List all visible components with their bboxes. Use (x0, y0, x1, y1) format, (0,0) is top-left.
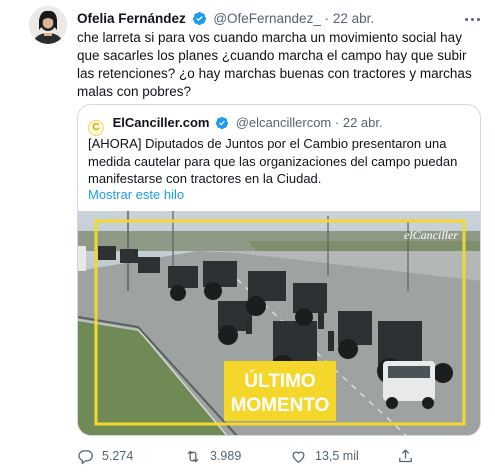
quoted-tweet-image[interactable]: elCanciller ÚLTIMO MOMENTO (78, 211, 480, 435)
avatar[interactable] (29, 6, 67, 44)
author-name[interactable]: Ofelia Fernández (77, 11, 186, 26)
tweet-text: che larreta si para vos cuando marcha un… (77, 30, 472, 99)
watermark: elCanciller (404, 228, 458, 242)
quoted-tweet-text: [AHORA] Diputados de Juntos por el Cambi… (88, 136, 458, 186)
retweet-icon (184, 448, 202, 465)
author-handle[interactable]: @OfeFernandez_ (213, 11, 321, 26)
quoted-author-name[interactable]: ElCanciller.com (113, 115, 210, 130)
retweet-button[interactable]: 3.989 (184, 446, 241, 466)
reply-button[interactable]: 5.274 (77, 446, 133, 466)
like-button[interactable]: 13,5 mil (290, 446, 359, 466)
tractors-on-highway-photo: elCanciller ÚLTIMO MOMENTO (78, 211, 480, 435)
quoted-author-handle[interactable]: @elcancillercom (236, 115, 332, 130)
banner-line-2: MOMENTO (231, 395, 330, 416)
heart-icon (290, 448, 307, 465)
like-count: 13,5 mil (315, 449, 359, 463)
header-separator: · (324, 11, 330, 26)
quoted-tweet-date[interactable]: 22 abr. (343, 115, 383, 130)
quoted-avatar: C (88, 120, 104, 136)
show-thread-link[interactable]: Mostrar este hilo (88, 186, 184, 204)
tweet-date[interactable]: 22 abr. (333, 11, 374, 26)
share-button[interactable] (397, 446, 414, 466)
quoted-tweet-header: C ElCanciller.com @elcancillercom · 22 a… (88, 114, 383, 136)
retweet-count: 3.989 (210, 449, 242, 463)
tweet[interactable]: Ofelia Fernández @OfeFernandez_ · 22 abr… (0, 0, 495, 472)
verified-icon (215, 116, 229, 135)
reply-icon (77, 448, 94, 465)
share-icon (397, 448, 414, 465)
banner-line-1: ÚLTIMO (244, 370, 315, 392)
avatar-photo (29, 6, 67, 44)
verified-icon (192, 11, 207, 31)
tweet-actions: 5.274 3.989 13,5 mil (77, 446, 482, 466)
reply-count: 5.274 (102, 449, 134, 463)
tweet-header: Ofelia Fernández @OfeFernandez_ · 22 abr… (77, 10, 374, 28)
quoted-tweet[interactable]: C ElCanciller.com @elcancillercom · 22 a… (77, 104, 481, 436)
ellipsis-icon[interactable] (462, 12, 482, 26)
quoted-header-separator: · (334, 115, 340, 130)
